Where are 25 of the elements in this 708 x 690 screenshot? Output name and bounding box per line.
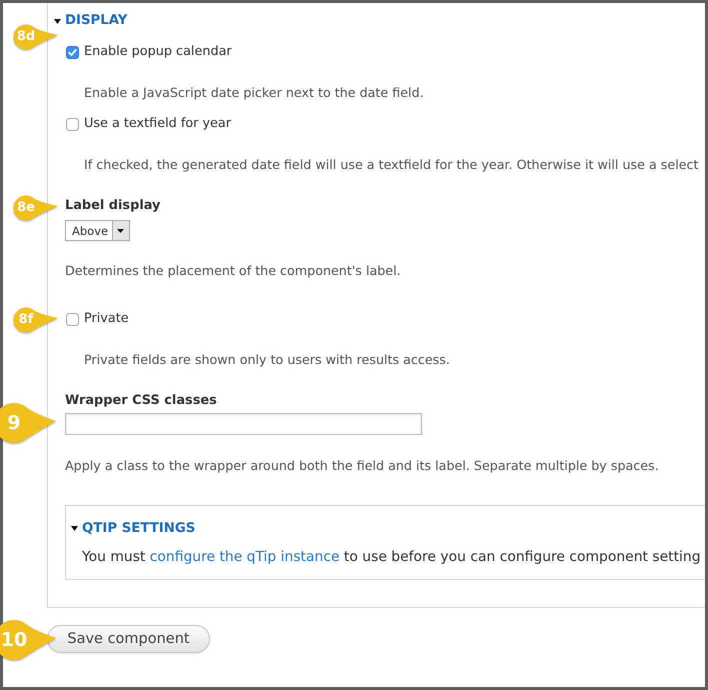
step-callout: 8e: [13, 195, 59, 223]
checkbox-label: Enable popup calendar: [84, 44, 232, 60]
field-description: Enable a JavaScript date picker next to the date field.: [84, 85, 424, 101]
field-description: If checked, the generated date field will use a textfield for the year. Otherwise it will use a select: [84, 157, 698, 173]
qtip-message: You must configure the qTip instance to use before you can configure component setting: [82, 548, 702, 564]
dropdown-caret-icon: [112, 221, 129, 240]
field-description: Private fields are shown only to users with results access.: [84, 352, 450, 368]
field-description: Determines the placement of the component's label.: [65, 263, 401, 279]
field-label: Wrapper CSS classes: [65, 393, 217, 409]
section-toggle[interactable]: QTIP SETTINGS: [71, 520, 196, 536]
select-dropdown[interactable]: Above: [65, 220, 130, 241]
step-callout: 8d: [13, 24, 59, 52]
configure-link[interactable]: configure the qTip instance: [150, 548, 340, 564]
checkbox[interactable]: [66, 46, 79, 58]
step-callout: 8f: [13, 307, 59, 335]
text-input-field[interactable]: [65, 413, 422, 435]
step-callout: 10: [0, 618, 57, 662]
checkbox-label: Use a textfield for year: [84, 116, 232, 132]
field-label: Label display: [65, 198, 160, 214]
save-button[interactable]: Save component: [47, 624, 210, 652]
checkbox[interactable]: [66, 312, 79, 326]
checkbox-label: Private: [84, 311, 129, 327]
checkbox[interactable]: [66, 118, 79, 130]
field-description: Apply a class to the wrapper around both the field and its label. Separate multiple by spaces.: [65, 458, 659, 474]
step-callout: 9: [0, 402, 57, 445]
